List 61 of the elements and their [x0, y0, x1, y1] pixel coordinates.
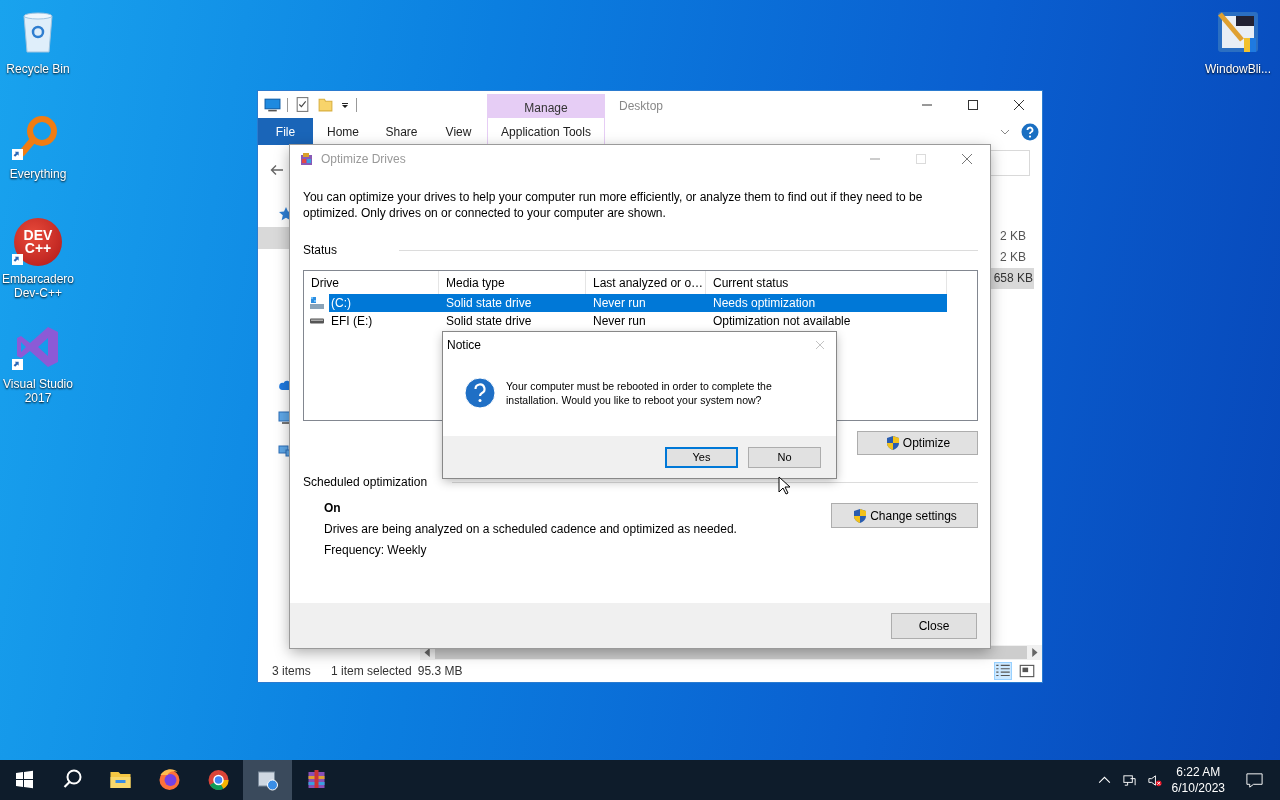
computer-icon[interactable]	[264, 96, 281, 113]
table-cell-text: Optimization not available	[712, 314, 852, 328]
dialog-button[interactable]: No	[748, 446, 821, 468]
message-text: Your computer must be rebooted in order to complete the installation. Would you like to reboot your system now?	[506, 379, 773, 407]
optimize-button[interactable]: Optimize	[857, 431, 978, 455]
desktop-icon-label[interactable]: WindowBli...	[1196, 62, 1280, 76]
file-size-cell[interactable]: 2 KB	[1000, 247, 1042, 268]
section-heading: Scheduled optimization	[303, 475, 428, 489]
large-icons-view-icon[interactable]	[1018, 662, 1036, 680]
notifications-icon[interactable]	[1245, 770, 1264, 790]
drive-row[interactable]: EFI (E:) Solid state drive Never run Optimization not available	[329, 312, 947, 330]
volume-muted-icon[interactable]	[1146, 772, 1162, 788]
dialog-button[interactable]: Yes	[665, 446, 738, 468]
window-title: Notice	[447, 338, 482, 352]
selection-size: 95.3 MB	[417, 664, 463, 678]
clock[interactable]: 6:22 AM 6/10/2023	[1171, 764, 1225, 796]
drive-optimizer-icon[interactable]	[243, 760, 292, 800]
ribbon-tab[interactable]: View	[430, 118, 487, 145]
context-tab-header: Manage	[487, 94, 605, 118]
ribbon-tab[interactable]: File	[258, 118, 313, 145]
clock-time: 6:22 AM	[1176, 764, 1221, 780]
system-drive-icon	[309, 295, 325, 311]
table-cell-text: Never run	[592, 296, 647, 310]
logo-text: DEV	[23, 229, 53, 242]
network-icon[interactable]	[1121, 772, 1137, 788]
table-cell-text: EFI (E:)	[330, 314, 374, 328]
ribbon-tab[interactable]: Share	[373, 118, 430, 145]
table-cell-text: Solid state drive	[445, 296, 533, 310]
shield-icon	[884, 435, 901, 451]
checklist-icon[interactable]	[294, 96, 311, 113]
item-count: 3 items	[272, 664, 312, 678]
window-title: Desktop	[618, 98, 665, 115]
details-view-icon[interactable]	[994, 662, 1012, 680]
drive-icon	[310, 318, 324, 324]
shield-icon	[852, 507, 869, 524]
file-size-cell[interactable]: 658 KB	[993, 268, 1034, 289]
schedule-state: On	[324, 501, 342, 515]
table-cell-text: Never run	[592, 314, 647, 328]
question-icon	[464, 377, 496, 409]
close-icon[interactable]	[1014, 100, 1024, 110]
selection-info: 1 item selected	[331, 664, 412, 678]
clock-date: 6/10/2023	[1171, 780, 1225, 796]
schedule-description: Drives are being analyzed on a scheduled cadence and optimized as needed.	[324, 522, 738, 536]
drive-row[interactable]: (C:) Solid state drive Never run Needs optimization	[329, 294, 947, 312]
close-button[interactable]: Close	[891, 612, 977, 639]
ribbon-tab[interactable]: Home	[313, 118, 373, 145]
table-cell-text: (C:)	[330, 296, 352, 310]
table-cell-text: Needs optimization	[712, 296, 817, 310]
change-settings-button[interactable]: Change settings	[831, 503, 978, 528]
file-size-cell[interactable]: 2 KB	[1000, 226, 1042, 247]
frequency-text: Frequency: Weekly	[324, 543, 428, 557]
defrag-icon	[299, 151, 315, 167]
section-heading: Status	[303, 243, 338, 257]
back-arrow-icon[interactable]	[269, 162, 285, 178]
logo-text: C++	[24, 242, 52, 255]
devcpp-icon[interactable]: DEV C++	[14, 218, 62, 266]
description-text: You can optimize your drives to help your computer run more efficiently, or analyze them to find out if they need to be optimized. Only drives on or connected to your computer are shown.	[303, 189, 924, 221]
help-icon[interactable]	[1021, 122, 1039, 141]
maximize-icon[interactable]	[968, 100, 978, 110]
table-cell-text: Solid state drive	[445, 314, 533, 328]
window-title: Optimize Drives	[321, 152, 407, 166]
